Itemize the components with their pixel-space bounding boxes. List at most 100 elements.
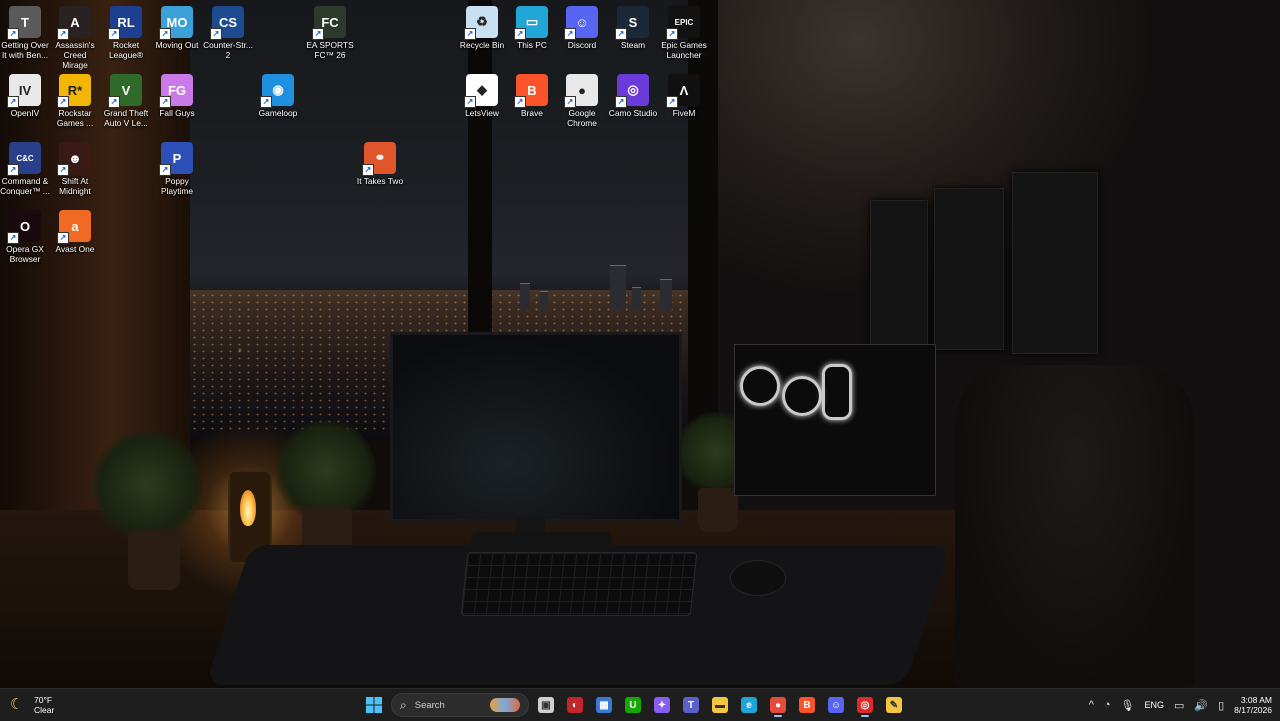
- counter-strike-icon: CS ↗: [210, 6, 244, 40]
- taskbar-apps: ▣ ◐ ▦ U ✦ T ▬ e ● B ☺ ◎ ✎: [534, 693, 906, 717]
- desktop-icon[interactable]: P ↗ Poppy Playtime: [152, 138, 202, 196]
- desktop-icon-label: Avast One: [55, 244, 95, 254]
- desktop-icon-label: Command & Conquer™ ...: [0, 176, 50, 196]
- camo-studio-icon: ◎ ↗: [615, 74, 649, 108]
- shortcut-arrow-icon: ↗: [564, 96, 576, 108]
- taskbar-app-red-button[interactable]: ◐: [563, 693, 587, 717]
- discord-icon: ☺: [828, 697, 844, 713]
- volume-icon[interactable]: 🔊: [1194, 699, 1208, 712]
- poppy-playtime-icon: P ↗: [159, 142, 193, 176]
- shortcut-arrow-icon: ↗: [666, 28, 678, 40]
- app-tray-icon[interactable]: ◔: [1104, 699, 1111, 711]
- taskbar-discord-button[interactable]: ☺: [824, 693, 848, 717]
- desktop-icon[interactable]: A ↗ Assassin's Creed Mirage: [50, 2, 100, 70]
- desktop-icon[interactable]: IV ↗ OpenIV: [0, 70, 50, 118]
- ea-sports-fc-icon: FC ↗: [312, 6, 346, 40]
- wall-panel: [934, 188, 1004, 350]
- microphone-icon[interactable]: 🎙: [1121, 699, 1135, 712]
- clock-date: 8/17/2026: [1234, 705, 1272, 715]
- taskbar-chrome-button[interactable]: ●: [766, 693, 790, 717]
- desktop-icon[interactable]: ◆ ↗ LetsView: [457, 70, 507, 118]
- desktop-icon[interactable]: MO ↗ Moving Out: [152, 2, 202, 50]
- desktop-icon[interactable]: T ↗ Getting Over It with Ben...: [0, 2, 50, 60]
- fall-guys-icon: FG ↗: [159, 74, 193, 108]
- shortcut-arrow-icon: ↗: [615, 96, 627, 108]
- taskbar-recorder-button[interactable]: ◎: [853, 693, 877, 717]
- desktop-icon-label: Steam: [620, 40, 646, 50]
- taskbar-upwork-button[interactable]: U: [621, 693, 645, 717]
- wall-panel: [1012, 172, 1098, 354]
- desktop-icon[interactable]: S ↗ Steam: [608, 2, 658, 50]
- desktop-icon-label: It Takes Two: [356, 176, 404, 186]
- desktop-icon[interactable]: FG ↗ Fall Guys: [152, 70, 202, 118]
- desktop-icon[interactable]: ☻ ↗ Shift At Midnight: [50, 138, 100, 196]
- sticky-notes-icon: ✎: [886, 697, 902, 713]
- shortcut-arrow-icon: ↗: [7, 232, 19, 244]
- desktop-icon[interactable]: Λ ↗ FiveM: [659, 70, 709, 118]
- chrome-icon: ● ↗: [564, 74, 598, 108]
- wallpaper-pot: [698, 488, 738, 532]
- desktop-icon[interactable]: B ↗ Brave: [507, 70, 557, 118]
- copilot-icon: ✦: [654, 697, 670, 713]
- desktop-icon[interactable]: ⚭ ↗ It Takes Two: [355, 138, 405, 186]
- letsview-icon: ◆ ↗: [464, 74, 498, 108]
- shortcut-arrow-icon: ↗: [159, 28, 171, 40]
- brave-icon: B ↗: [514, 74, 548, 108]
- taskbar-task-view-button[interactable]: ▣: [534, 693, 558, 717]
- shortcut-arrow-icon: ↗: [57, 28, 69, 40]
- taskbar-edge-button[interactable]: e: [737, 693, 761, 717]
- taskbar-teams-button[interactable]: T: [679, 693, 703, 717]
- taskbar-file-explorer-button[interactable]: ▬: [708, 693, 732, 717]
- chevron-up-icon[interactable]: ^: [1089, 699, 1094, 711]
- desktop-icon[interactable]: O ↗ Opera GX Browser: [0, 206, 50, 264]
- desktop-icon[interactable]: R* ↗ Rockstar Games ...: [50, 70, 100, 128]
- shortcut-arrow-icon: ↗: [108, 96, 120, 108]
- taskbar-search[interactable]: ⌕ Search: [391, 693, 529, 717]
- desktop-icon-label: Rockstar Games ...: [56, 108, 94, 128]
- desktop-icon[interactable]: ● ↗ Google Chrome: [557, 70, 607, 128]
- battery-icon[interactable]: ▯: [1218, 699, 1224, 712]
- desktop-icon[interactable]: ◎ ↗ Camo Studio: [608, 70, 658, 118]
- desktop-icon[interactable]: C&C ↗ Command & Conquer™ ...: [0, 138, 50, 196]
- desktop-icon[interactable]: FC ↗ EA SPORTS FC™ 26: [305, 2, 355, 60]
- fivem-icon: Λ ↗: [666, 74, 700, 108]
- desktop-icon[interactable]: ◉ ↗ Gameloop: [253, 70, 303, 118]
- taskbar-brave-button[interactable]: B: [795, 693, 819, 717]
- network-icon[interactable]: ▭: [1174, 699, 1184, 712]
- desktop-icon-label: LetsView: [465, 108, 499, 118]
- desktop-icon[interactable]: ▭ ↗ This PC: [507, 2, 557, 50]
- shortcut-arrow-icon: ↗: [362, 164, 374, 176]
- discord-icon: ☺ ↗: [564, 6, 598, 40]
- desktop-icon[interactable]: CS ↗ Counter-Str... 2: [203, 2, 253, 60]
- shift-at-midnight-icon: ☻ ↗: [57, 142, 91, 176]
- rockstar-games-icon: R* ↗: [57, 74, 91, 108]
- weather-widget[interactable]: ☾ 70°F Clear: [10, 693, 54, 717]
- desktop-icon[interactable]: a ↗ Avast One: [50, 206, 100, 254]
- desktop-icon-label: Assassin's Creed Mirage: [55, 40, 95, 70]
- wallpaper-pot: [128, 530, 180, 590]
- desktop-icon[interactable]: RL ↗ Rocket League®: [101, 2, 151, 60]
- upwork-icon: U: [625, 697, 641, 713]
- moving-out-icon: MO ↗: [159, 6, 193, 40]
- taskbar-copilot-store-button[interactable]: ▦: [592, 693, 616, 717]
- taskbar-notes-button[interactable]: ✎: [882, 693, 906, 717]
- desktop-icon-label: Poppy Playtime: [160, 176, 194, 196]
- desktop-icon[interactable]: EPIC ↗ Epic Games Launcher: [659, 2, 709, 60]
- search-placeholder: Search: [414, 699, 445, 711]
- start-button[interactable]: [362, 693, 386, 717]
- shortcut-arrow-icon: ↗: [108, 28, 120, 40]
- desktop-icon[interactable]: ☺ ↗ Discord: [557, 2, 607, 50]
- gameloop-icon: ◉ ↗: [260, 74, 294, 108]
- edge-icon: e: [741, 697, 757, 713]
- language-indicator[interactable]: ENG: [1144, 700, 1164, 710]
- taskbar-copilot-button[interactable]: ✦: [650, 693, 674, 717]
- shortcut-arrow-icon: ↗: [210, 28, 222, 40]
- shortcut-arrow-icon: ↗: [159, 164, 171, 176]
- desktop-icon[interactable]: V ↗ Grand Theft Auto V Le...: [101, 70, 151, 128]
- store-icon: ▦: [596, 697, 612, 713]
- desktop-icon-label: Brave: [521, 108, 543, 118]
- wallpaper-monitor: [390, 332, 682, 522]
- windows-icon: [366, 697, 382, 713]
- clock[interactable]: 3:08 AM 8/17/2026: [1234, 695, 1272, 715]
- desktop-icon[interactable]: ♻ ↗ Recycle Bin: [457, 2, 507, 50]
